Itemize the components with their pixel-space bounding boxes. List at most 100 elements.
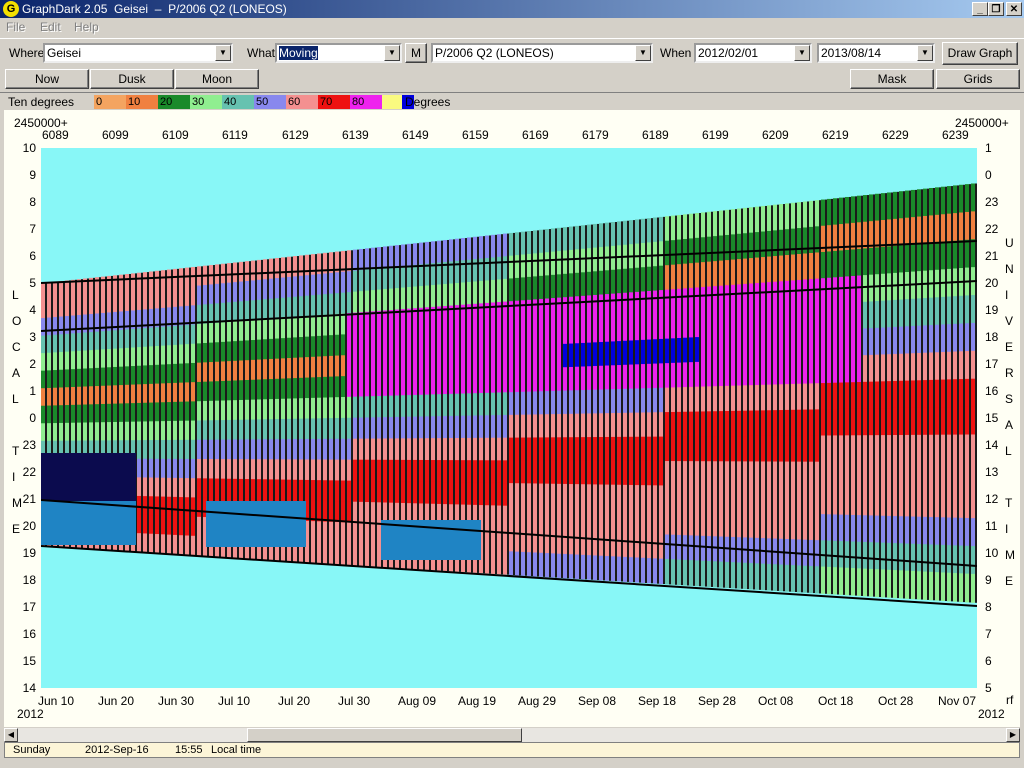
altitude-stripe [419, 481, 423, 505]
altitude-stripe [587, 342, 591, 368]
altitude-stripe [299, 479, 303, 502]
stripe-gap [687, 436, 689, 463]
altitude-stripe [821, 199, 825, 227]
mask-button[interactable]: Mask [850, 69, 934, 89]
object-select[interactable]: P/2006 Q2 (LONEOS) ▼ [431, 43, 653, 63]
altitude-stripe [233, 301, 237, 323]
stripe-gap [675, 313, 677, 340]
altitude-stripe [275, 459, 279, 481]
altitude-stripe [215, 459, 219, 480]
chevron-down-icon[interactable]: ▼ [794, 45, 810, 61]
altitude-stripe [455, 460, 459, 484]
scroll-right-icon[interactable]: ▶ [1006, 728, 1020, 742]
grids-button[interactable]: Grids [936, 69, 1020, 89]
menu-help[interactable]: Help [74, 20, 99, 34]
stripe-gap [825, 383, 827, 411]
chevron-down-icon[interactable]: ▼ [215, 45, 231, 61]
restore-button[interactable]: ❐ [988, 2, 1004, 16]
visibility-plot[interactable] [41, 148, 977, 688]
altitude-stripe [965, 239, 969, 269]
altitude-stripe [275, 257, 279, 280]
altitude-stripe [509, 414, 513, 439]
altitude-stripe [203, 420, 207, 441]
stripe-gap [57, 281, 59, 301]
date-tick: Jul 30 [338, 694, 371, 708]
altitude-stripe [377, 289, 381, 312]
scroll-left-icon[interactable]: ◀ [4, 728, 18, 742]
altitude-stripe [575, 437, 579, 462]
altitude-stripe [155, 496, 159, 517]
stripe-gap [663, 412, 665, 438]
altitude-stripe [599, 389, 603, 415]
altitude-stripe [221, 361, 225, 382]
m-button[interactable]: M [405, 43, 427, 63]
stripe-gap [897, 326, 899, 355]
altitude-stripe [497, 437, 501, 462]
altitude-stripe [611, 341, 615, 367]
stripe-gap [393, 288, 395, 311]
stripe-gap [789, 332, 791, 360]
close-button[interactable]: ✕ [1006, 2, 1022, 16]
stripe-gap [153, 496, 155, 517]
stripe-gap [279, 479, 281, 501]
altitude-stripe [599, 413, 603, 439]
altitude-stripe [845, 408, 849, 437]
altitude-stripe [953, 462, 957, 491]
altitude-stripe [365, 354, 369, 377]
altitude-stripe [857, 195, 861, 224]
stripe-gap [687, 535, 689, 561]
where-select[interactable]: Geisei ▼ [43, 43, 233, 63]
stripe-gap [201, 401, 203, 422]
stripe-gap [861, 382, 863, 410]
stripe-gap [117, 293, 119, 313]
stripe-gap [429, 263, 431, 287]
altitude-stripe [539, 437, 543, 462]
stripe-gap [909, 272, 911, 301]
altitude-stripe [575, 343, 579, 368]
stripe-gap [939, 407, 941, 436]
altitude-stripe [629, 484, 633, 511]
menu-file[interactable]: File [6, 20, 25, 34]
altitude-stripe [839, 435, 843, 463]
altitude-stripe [689, 238, 693, 265]
chevron-down-icon[interactable]: ▼ [917, 45, 933, 61]
stripe-gap [687, 510, 689, 537]
stripe-gap [417, 373, 419, 396]
stripe-gap [921, 571, 923, 600]
altitude-stripe [839, 382, 843, 410]
chevron-down-icon[interactable]: ▼ [384, 45, 400, 61]
stripe-gap [717, 211, 719, 238]
stripe-gap [897, 516, 899, 545]
stripe-gap [669, 338, 671, 365]
scroll-thumb[interactable] [247, 728, 522, 742]
stripe-gap [147, 402, 149, 423]
minimize-button[interactable]: _ [972, 2, 988, 16]
chevron-down-icon[interactable]: ▼ [635, 45, 651, 61]
stripe-gap [579, 554, 581, 580]
what-select[interactable]: Moving ▼ [275, 43, 402, 63]
local-time-letter: M [12, 496, 22, 510]
stripe-gap [249, 459, 251, 481]
altitude-stripe [437, 240, 441, 264]
stripe-gap [579, 507, 581, 533]
stripe-gap [645, 460, 647, 487]
altitude-stripe [287, 479, 291, 501]
stripe-gap [315, 377, 317, 399]
altitude-stripe [305, 254, 309, 277]
altitude-stripe [737, 511, 741, 539]
dusk-button[interactable]: Dusk [90, 69, 174, 89]
stripe-gap [159, 270, 161, 291]
end-date-select[interactable]: 2013/08/14 ▼ [817, 43, 935, 63]
start-date-select[interactable]: 2012/02/01 ▼ [694, 43, 812, 63]
stripe-gap [279, 358, 281, 380]
now-button[interactable]: Now [5, 69, 89, 89]
stripe-gap [315, 418, 317, 440]
stripe-gap [45, 423, 47, 442]
draw-graph-button[interactable]: Draw Graph [942, 42, 1018, 65]
menu-edit[interactable]: Edit [40, 20, 61, 34]
altitude-stripe [407, 287, 411, 310]
horizontal-scrollbar[interactable]: ◀ ▶ [4, 728, 1020, 742]
stripe-gap [843, 567, 845, 595]
moon-button[interactable]: Moon [175, 69, 259, 89]
stripe-gap [651, 363, 653, 390]
